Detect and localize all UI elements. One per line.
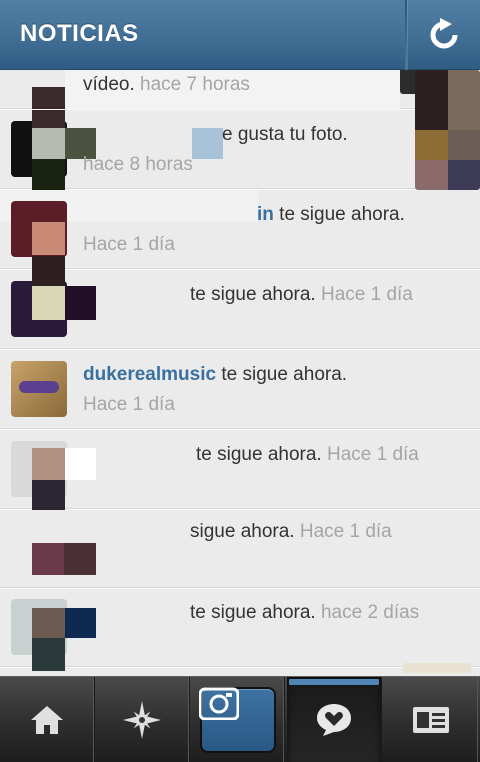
tab-profile[interactable] <box>384 677 478 762</box>
timestamp: hace 7 horas <box>140 74 250 95</box>
tab-explore[interactable] <box>95 677 190 762</box>
timestamp-line: hace 8 horas <box>83 150 193 180</box>
action-text: te sigue ahora. <box>279 204 405 225</box>
timestamp: hace 2 días <box>320 602 420 623</box>
notification-text: sigue ahora. Hace 1 día <box>190 517 392 547</box>
notification-row[interactable]: te sigue ahora. Hace 1 día <box>0 256 480 349</box>
avatar[interactable] <box>11 361 67 417</box>
header-bar: NOTICIAS <box>0 0 480 70</box>
notification-row[interactable]: te sigue ahora. Hace 1 día <box>0 430 480 510</box>
explore-star-icon <box>123 700 161 739</box>
notification-row[interactable]: sigue ahora. Hace 1 día <box>0 509 480 588</box>
timestamp: hace 8 horas <box>83 154 193 175</box>
action-text: te sigue ahora. <box>190 602 316 623</box>
home-icon <box>31 705 63 734</box>
timestamp: Hace 1 día <box>320 284 413 305</box>
post-thumbnail[interactable] <box>403 663 471 673</box>
notification-row[interactable]: in te sigue ahora. Hace 1 día <box>0 190 480 269</box>
refresh-icon <box>430 18 458 49</box>
timestamp: Hace 1 día <box>326 444 419 465</box>
tab-camera[interactable] <box>190 677 285 762</box>
bottom-tab-bar <box>0 676 480 762</box>
username-link[interactable]: in <box>257 204 274 225</box>
timestamp: Hace 1 día <box>83 394 175 415</box>
username-link[interactable]: dukerealmusic <box>83 364 216 385</box>
action-text: te sigue ahora. <box>221 364 348 385</box>
tab-home[interactable] <box>0 677 95 762</box>
action-text: te sigue ahora. <box>196 444 322 465</box>
notification-text: in te sigue ahora. <box>257 200 405 230</box>
action-text: te sigue ahora. <box>190 284 316 305</box>
camera-icon <box>199 687 239 720</box>
post-thumbnail[interactable] <box>415 70 480 190</box>
notification-row[interactable]: te sigue ahora. hace 2 días <box>0 588 480 673</box>
notification-row[interactable]: e gusta tu foto. hace 8 horas <box>0 70 480 190</box>
tab-news[interactable] <box>287 677 382 762</box>
notification-row[interactable]: dukerealmusic te sigue ahora. Hace 1 día <box>0 350 480 429</box>
header-divider <box>405 0 407 70</box>
action-text: e gusta tu foto. <box>222 124 348 145</box>
notification-text: te sigue ahora. hace 2 días <box>190 598 419 628</box>
action-text: sigue ahora. <box>190 521 295 542</box>
refresh-button[interactable] <box>408 0 480 70</box>
camera-button[interactable] <box>199 687 276 753</box>
notification-feed[interactable]: vídeo. hace 7 horas e gusta tu foto. hac… <box>0 70 480 676</box>
news-heart-icon <box>317 703 351 736</box>
notification-row[interactable]: vídeo. hace 7 horas <box>0 70 480 109</box>
timestamp-line: Hace 1 día <box>83 390 175 420</box>
page-title: NOTICIAS <box>20 20 139 47</box>
timestamp: Hace 1 día <box>299 521 392 542</box>
timestamp: Hace 1 día <box>83 234 175 255</box>
notification-text: te sigue ahora. Hace 1 día <box>196 440 419 470</box>
notification-text: te sigue ahora. Hace 1 día <box>190 280 413 310</box>
notification-text: e gusta tu foto. <box>222 120 348 150</box>
action-text: vídeo. <box>83 74 135 95</box>
notification-text: dukerealmusic te sigue ahora. <box>83 360 347 390</box>
profile-card-icon <box>413 706 449 733</box>
timestamp-line: Hace 1 día <box>83 230 175 260</box>
notification-text: vídeo. hace 7 horas <box>83 70 250 100</box>
